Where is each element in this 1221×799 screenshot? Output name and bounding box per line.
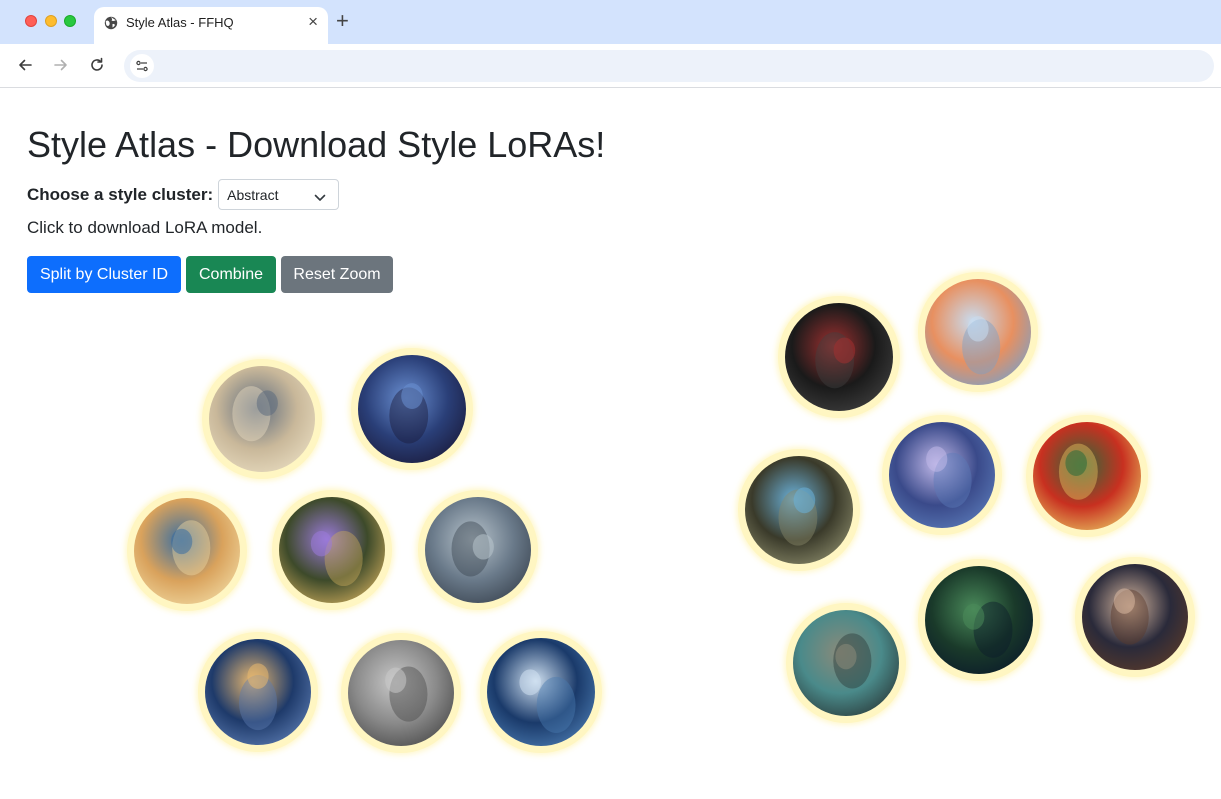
- reload-icon[interactable]: [86, 54, 108, 76]
- lora-thumbnail[interactable]: [882, 415, 1002, 535]
- thumb-blue-hair-woman: [358, 355, 466, 463]
- lora-thumbnail[interactable]: [1026, 415, 1148, 537]
- split-by-cluster-button[interactable]: Split by Cluster ID: [27, 256, 181, 293]
- thumb-mushroom-fantasy: [889, 422, 995, 528]
- page-title: Style Atlas - Download Style LoRAs!: [27, 124, 606, 165]
- address-bar[interactable]: [124, 50, 1214, 82]
- lora-thumbnail[interactable]: [202, 359, 322, 479]
- thumb-robot-machine: [793, 610, 899, 716]
- action-buttons: Split by Cluster ID Combine Reset Zoom: [27, 256, 393, 293]
- lora-thumbnail[interactable]: [786, 603, 906, 723]
- lora-thumbnail[interactable]: [198, 632, 318, 752]
- tab-close-icon[interactable]: ×: [308, 12, 318, 32]
- browser-toolbar: [0, 44, 1221, 88]
- close-window-icon[interactable]: [25, 15, 37, 27]
- cluster-label: Choose a style cluster:: [27, 184, 214, 204]
- selected-cluster: Abstract: [227, 187, 279, 203]
- thumb-child-on-cloud: [205, 639, 311, 745]
- lora-thumbnail[interactable]: [341, 633, 461, 753]
- maximize-window-icon[interactable]: [64, 15, 76, 27]
- thumb-grayscale-sketch: [348, 640, 454, 746]
- thumb-light-tunnel: [745, 456, 853, 564]
- reset-zoom-button[interactable]: Reset Zoom: [281, 256, 393, 293]
- thumb-red-tree: [1033, 422, 1141, 530]
- combine-button[interactable]: Combine: [186, 256, 276, 293]
- lora-thumbnail[interactable]: [480, 631, 602, 753]
- thumb-ornate-portal: [279, 497, 385, 603]
- minimize-window-icon[interactable]: [45, 15, 57, 27]
- site-settings-icon[interactable]: [130, 54, 154, 78]
- lora-thumbnail[interactable]: [272, 490, 392, 610]
- style-cluster-select[interactable]: Abstract: [218, 179, 340, 210]
- thumb-profile-woman-waves: [134, 498, 240, 604]
- helper-text: Click to download LoRA model.: [27, 218, 263, 237]
- lora-thumbnail[interactable]: [1075, 557, 1195, 677]
- tab-title: Style Atlas - FFHQ: [126, 15, 234, 30]
- lora-thumbnail[interactable]: [351, 348, 473, 470]
- new-tab-icon[interactable]: +: [336, 9, 349, 33]
- thumb-golden-goddess: [209, 366, 315, 472]
- globe-icon: [104, 16, 118, 30]
- thumb-ice-princess: [925, 279, 1031, 385]
- thumb-night-rooftop: [925, 566, 1033, 674]
- lora-thumbnail[interactable]: [778, 296, 900, 418]
- thumb-misty-figure: [425, 497, 531, 603]
- thumb-dark-hair-woman: [1082, 564, 1188, 670]
- cluster-selector-row: Choose a style cluster: Abstract: [27, 179, 340, 210]
- back-arrow-icon[interactable]: [14, 54, 36, 76]
- lora-thumbnail[interactable]: [918, 272, 1038, 392]
- lora-thumbnail[interactable]: [127, 491, 247, 611]
- browser-tab[interactable]: Style Atlas - FFHQ ×: [94, 7, 328, 44]
- lora-thumbnail[interactable]: [418, 490, 538, 610]
- chevron-down-icon: [314, 190, 326, 208]
- lora-thumbnail[interactable]: [918, 559, 1040, 681]
- forward-arrow-icon[interactable]: [50, 54, 72, 76]
- thumb-ocean-wave: [487, 638, 595, 746]
- lora-thumbnail[interactable]: [738, 449, 860, 571]
- thumb-hooded-dark-figure: [785, 303, 893, 411]
- browser-tab-bar: Style Atlas - FFHQ × +: [0, 0, 1221, 44]
